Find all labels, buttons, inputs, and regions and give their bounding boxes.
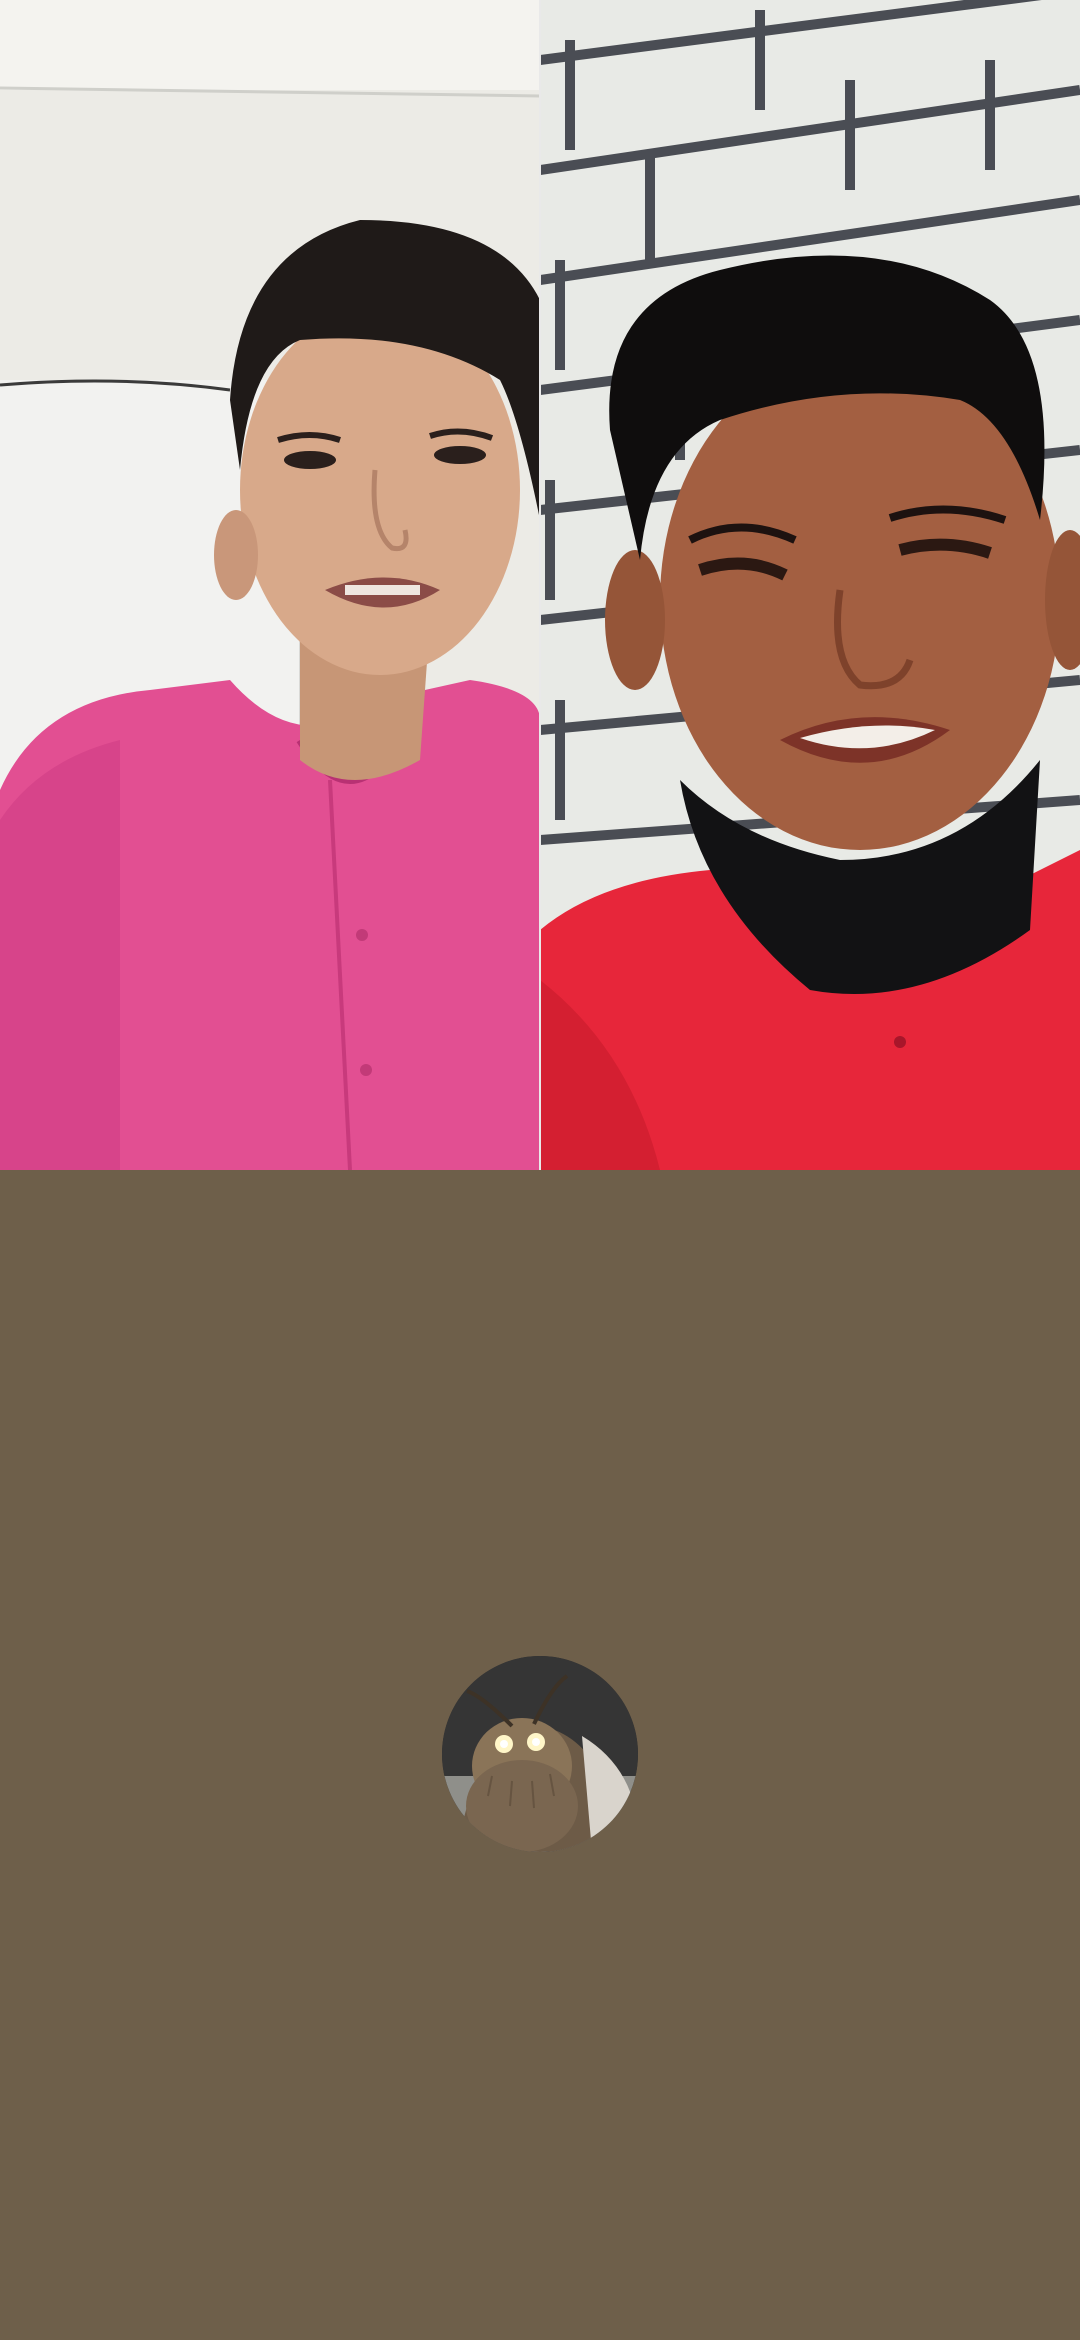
self-avatar[interactable] xyxy=(442,1656,638,1852)
participant-video-frame xyxy=(540,0,1080,1170)
participant-video-tile-right[interactable] xyxy=(540,0,1080,1170)
remote-video-row xyxy=(0,0,1080,1170)
participant-video-tile-left[interactable] xyxy=(0,0,540,1170)
participant-video-frame xyxy=(0,0,540,1170)
tile-divider xyxy=(539,0,541,1170)
video-call-screen xyxy=(0,0,1080,2340)
moth-avatar-icon xyxy=(442,1656,638,1852)
